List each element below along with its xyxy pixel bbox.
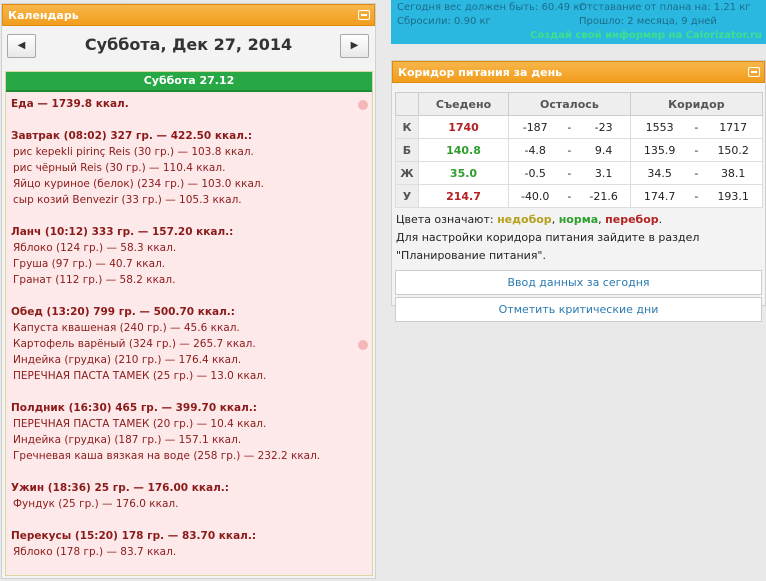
cell-eaten: 214.7 (418, 184, 509, 208)
table-row: Ж 35.0 -0.5-3.1 34.5-38.1 (395, 161, 764, 185)
food-item: Груша (97 гр.) — 40.7 ккал. (13, 258, 166, 270)
cell-c2: 1717 (704, 115, 764, 139)
cell-sep1: - (561, 161, 578, 185)
meal-header: Обед (13:20) 799 гр. — 500.70 ккал.: (11, 306, 235, 318)
apple-icon (358, 100, 368, 110)
col-left: Осталось (508, 92, 631, 116)
food-item: Гречневая каша вязкая на воде (258 гр.) … (13, 450, 321, 462)
cell-c2: 38.1 (704, 161, 764, 185)
cell-c2: 193.1 (704, 184, 764, 208)
cell-left1: -187 (508, 115, 562, 139)
cell-sep2: - (688, 184, 705, 208)
current-date-title: Суббота, Дек 27, 2014 (84, 35, 293, 54)
food-item: Яблоко (178 гр.) — 83.7 ккал. (13, 546, 177, 558)
cell-c1: 174.7 (629, 184, 689, 208)
plan-lag: Отставание от плана на: 1.21 кг (579, 2, 751, 13)
food-item: рис kepekli pirinç Reis (30 гр.) — 103.8… (13, 146, 254, 158)
goal-informer: Сегодня вес должен быть: 60.49 кг Отстав… (391, 0, 766, 44)
food-item: Яйцо куриное (белок) (234 гр.) — 103.0 к… (13, 178, 264, 190)
food-item: Индейка (грудка) (187 гр.) — 157.1 ккал. (13, 434, 242, 446)
food-item: ПЕРЕЧНАЯ ПАСТА ТАМЕК (25 гр.) — 13.0 кка… (13, 370, 267, 382)
cell-c2: 150.2 (704, 138, 764, 162)
day-log: Суббота 27.12 Еда — 1739.8 ккал. Завтрак… (5, 71, 373, 576)
cell-left2: -23 (577, 115, 631, 139)
apple-icon (358, 340, 368, 350)
weight-lost: Сбросили: 0.90 кг (397, 16, 491, 27)
cell-lbl: У (395, 184, 419, 208)
legend-over: перебор (605, 213, 659, 226)
corridor-table: Съедено Осталось Коридор К 1740 -187- -23 15… (395, 92, 764, 208)
meal-header: Завтрак (08:02) 327 гр. — 422.50 ккал.: (11, 130, 253, 142)
cell-lbl: Б (395, 138, 419, 162)
meal-header: Перекусы (15:20) 178 гр. — 83.70 ккал.: (11, 530, 257, 542)
input-today-button[interactable]: Ввод данных за сегодня (395, 270, 762, 295)
minimize-icon[interactable] (748, 67, 760, 77)
cell-left1: -0.5 (508, 161, 562, 185)
date-navigation: ◀ Суббота, Дек 27, 2014 ▶ (2, 26, 375, 68)
food-item: ПЕРЕЧНАЯ ПАСТА ТАМЕК (20 гр.) — 10.4 кка… (13, 418, 267, 430)
day-header: Суббота 27.12 (6, 72, 372, 92)
col-eaten: Съедено (418, 92, 509, 116)
cell-left2: 9.4 (577, 138, 631, 162)
meal-header: Ужин (18:36) 25 гр. — 176.00 ккал.: (11, 482, 229, 494)
calendar-header: Календарь (2, 4, 375, 26)
planning-section-link: "Планирование питания". (396, 249, 546, 262)
calendar-title: Календарь (8, 9, 79, 22)
informer-link[interactable]: Создай свой информер на Calorizator.ru (530, 30, 762, 41)
food-item: Фундук (25 гр.) — 176.0 ккал. (13, 498, 179, 510)
legend-under: недобор (497, 213, 552, 226)
cell-eaten: 1740 (418, 115, 509, 139)
food-item: рис чёрный Reis (30 гр.) — 110.4 ккал. (13, 162, 226, 174)
cell-left2: 3.1 (577, 161, 631, 185)
cell-sep2: - (688, 115, 705, 139)
nutrition-corridor-panel: Коридор питания за день Съедено Осталось… (391, 60, 766, 322)
cell-left1: -4.8 (508, 138, 562, 162)
time-elapsed: Прошло: 2 месяца, 9 дней (579, 16, 717, 27)
food-item: Гранат (112 гр.) — 58.2 ккал. (13, 274, 176, 286)
minimize-icon[interactable] (358, 10, 370, 20)
cell-lbl: К (395, 115, 419, 139)
food-item: Капуста квашеная (240 гр.) — 45.6 ккал. (13, 322, 240, 334)
corridor-title: Коридор питания за день (398, 66, 563, 79)
settings-note: Для настройки коридора питания зайдите в… (396, 231, 700, 244)
meal-header: Полдник (16:30) 465 гр. — 399.70 ккал.: (11, 402, 258, 414)
legend-norm: норма (558, 213, 599, 226)
cell-lbl: Ж (395, 161, 419, 185)
weight-today: Сегодня вес должен быть: 60.49 кг (397, 2, 585, 13)
cell-sep1: - (561, 115, 578, 139)
table-row: Б 140.8 -4.8-9.4 135.9-150.2 (395, 138, 764, 162)
cell-c1: 135.9 (629, 138, 689, 162)
food-list: Еда — 1739.8 ккал. Завтрак (08:02) 327 г… (6, 92, 372, 560)
goal-panel: Сегодня вес должен быть: 60.49 кг Отстав… (391, 0, 766, 44)
meal-header: Ланч (10:12) 333 гр. — 157.20 ккал.: (11, 226, 234, 238)
cell-sep2: - (688, 161, 705, 185)
food-item: Картофель варёный (324 гр.) — 265.7 ккал… (13, 338, 256, 350)
food-item: сыр козий Benvezir (33 гр.) — 105.3 ккал… (13, 194, 242, 206)
cell-eaten: 140.8 (418, 138, 509, 162)
cell-left1: -40.0 (508, 184, 562, 208)
next-day-button[interactable]: ▶ (340, 34, 369, 58)
cell-sep1: - (561, 138, 578, 162)
cell-eaten: 35.0 (418, 161, 509, 185)
cell-left2: -21.6 (577, 184, 631, 208)
day-total: Еда — 1739.8 ккал. (11, 98, 129, 110)
cell-sep1: - (561, 184, 578, 208)
col-corridor: Коридор (629, 92, 764, 116)
mark-critical-days-button[interactable]: Отметить критические дни (395, 297, 762, 322)
cell-c1: 1553 (629, 115, 689, 139)
table-row: У 214.7 -40.0- -21.6 174.7-193.1 (395, 184, 764, 208)
table-row: К 1740 -187- -23 1553-1717 (395, 115, 764, 139)
prev-day-button[interactable]: ◀ (7, 34, 36, 58)
corridor-header: Коридор питания за день (392, 61, 765, 83)
calendar-panel: Календарь ◀ Суббота, Дек 27, 2014 ▶ Субб… (1, 3, 376, 579)
legend: Цвета означают: недобор, норма, перебор.… (396, 213, 700, 262)
legend-prefix: Цвета означают: (396, 213, 498, 226)
food-item: Индейка (грудка) (210 гр.) — 176.4 ккал. (13, 354, 242, 366)
cell-sep2: - (688, 138, 705, 162)
food-item: Яблоко (124 гр.) — 58.3 ккал. (13, 242, 177, 254)
cell-c1: 34.5 (629, 161, 689, 185)
